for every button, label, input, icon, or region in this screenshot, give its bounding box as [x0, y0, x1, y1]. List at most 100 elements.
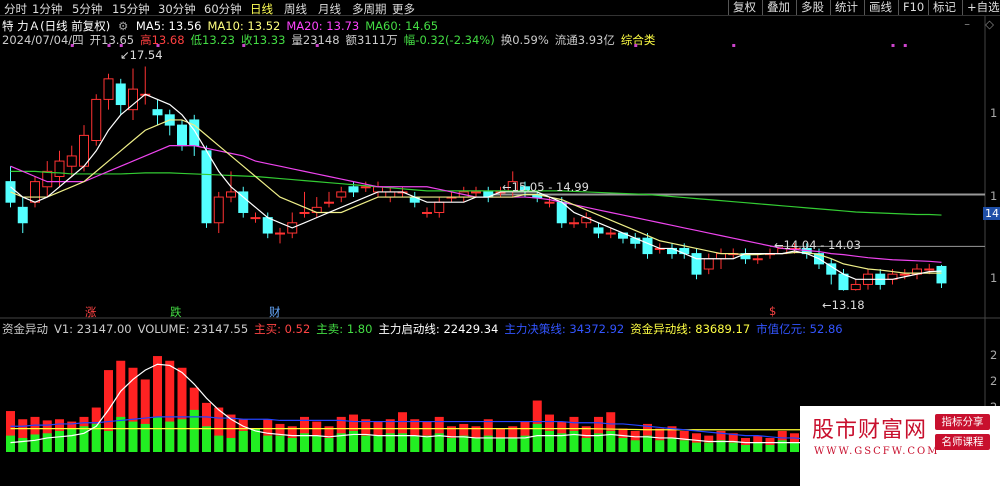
candle-body: [213, 196, 224, 224]
watermark-url: WWW.GSCFW.COM: [814, 446, 940, 457]
volume-bar-green: [128, 421, 138, 452]
volume-bar-green: [410, 435, 420, 452]
candle-body: [569, 222, 579, 225]
candle-body: [360, 186, 371, 189]
candle-body: [226, 191, 236, 198]
volume-bar-green: [263, 435, 273, 452]
signal-marker: [70, 44, 74, 47]
signal-marker: [903, 44, 907, 47]
volume-bar-green: [679, 440, 689, 452]
price-axis-tick: 1: [990, 106, 998, 120]
volume-bar-green: [153, 416, 162, 452]
candle-body: [152, 109, 163, 116]
indicator-label-6: 主力决策线: 34372.92: [504, 322, 625, 336]
volume-bar-green: [655, 440, 665, 452]
candle-body: [838, 273, 849, 291]
high-annotation: ↙17.54: [120, 48, 163, 62]
candle-body: [54, 160, 65, 178]
volume-bar-green: [226, 437, 236, 452]
volume-bar-green: [373, 435, 383, 452]
indicator-label-7: 资金异动线: 83689.17: [630, 322, 751, 336]
candle-body: [66, 155, 77, 167]
volume-bar-green: [55, 430, 64, 452]
candle-body: [177, 124, 187, 147]
candle-body: [336, 191, 347, 198]
signal-marker: [891, 44, 895, 47]
volume-bar-green: [471, 437, 481, 452]
volume-bar-green: [165, 421, 175, 452]
candle-body: [593, 227, 604, 234]
event-marker-up[interactable]: 涨: [85, 304, 97, 320]
indicator-label-0: 资金异动: [2, 322, 48, 336]
sub-panel-header: 资金异动 V1: 23147.00 VOLUME: 23147.55 主买: 0.52…: [2, 321, 849, 337]
volume-bar-green: [202, 426, 211, 452]
candle-body: [42, 170, 53, 188]
volume-bar-green: [459, 435, 469, 452]
volume-bar-green: [79, 426, 89, 452]
volume-bar-green: [422, 435, 432, 452]
range-annotation-2: ←14.04 - 14.03: [774, 238, 861, 252]
candle-body: [471, 191, 481, 194]
indicator-label-1: V1: 23147.00: [54, 322, 132, 336]
volume-bar-green: [581, 437, 591, 452]
volume-bar-green: [618, 437, 628, 452]
volume-bar-green: [496, 437, 505, 452]
candle-body: [348, 186, 359, 193]
volume-bar-green: [18, 437, 28, 452]
watermark-tag-share: 指标分享: [935, 414, 990, 430]
low-annotation: ←13.18: [822, 298, 865, 312]
candle-body: [924, 268, 935, 271]
candle-body: [299, 211, 310, 214]
watermark-brand: 股市财富网: [812, 418, 928, 443]
range-annotation-1: ←15.05 - 14.99: [502, 180, 589, 194]
indicator-label-5: 主力启动线: 22429.34: [378, 322, 499, 336]
volume-bar-green: [67, 428, 77, 452]
volume-bar-green: [238, 430, 248, 452]
candle-body: [324, 201, 334, 204]
candle-body: [434, 201, 445, 213]
candle-body: [605, 232, 616, 235]
candle-body: [422, 211, 432, 214]
volume-bar-green: [447, 437, 456, 452]
candle-body: [262, 217, 273, 234]
sub-axis-tick: 2: [990, 374, 998, 388]
indicator-label-3: 主买: 0.52: [254, 322, 311, 336]
volume-bar-green: [630, 440, 640, 452]
signal-marker: [634, 44, 638, 47]
candle-body: [103, 78, 114, 100]
volume-bar-green: [692, 442, 701, 452]
volume-bar-green: [508, 437, 518, 452]
volume-bar-green: [104, 430, 113, 452]
volume-bar-green: [361, 435, 371, 452]
candle-body: [275, 232, 285, 235]
candle-body: [899, 273, 910, 276]
event-marker-finance[interactable]: 财: [269, 304, 281, 320]
candle-body: [17, 206, 28, 224]
volume-bar-green: [704, 442, 714, 452]
volume-bar-green: [42, 433, 52, 452]
indicator-label-8: 市值亿元: 52.86: [756, 322, 843, 336]
candle-body: [115, 83, 126, 106]
event-marker-dividend[interactable]: $: [769, 304, 776, 318]
indicator-label-4: 主卖: 1.80: [316, 322, 373, 336]
volume-bar-green: [6, 435, 15, 452]
volume-bar-green: [728, 442, 738, 452]
candle-body: [201, 150, 212, 224]
volume-bar-green: [189, 409, 199, 452]
event-marker-down[interactable]: 跌: [170, 304, 182, 320]
signal-marker: [242, 44, 246, 47]
candle-body: [91, 98, 102, 142]
volume-bar-green: [545, 430, 554, 452]
volume-bar-green: [214, 435, 224, 452]
candle-body: [691, 253, 702, 275]
signal-marker: [315, 44, 319, 47]
volume-bar-green: [741, 444, 750, 452]
volume-bar-green: [324, 437, 334, 452]
sub-axis-tick: 2: [990, 348, 998, 362]
indicator-label-2: VOLUME: 23147.55: [137, 322, 249, 336]
candle-body: [752, 258, 763, 261]
signal-marker: [107, 44, 111, 47]
volume-bar-green: [667, 437, 677, 452]
volume-bar-green: [287, 437, 297, 452]
volume-bar-green: [643, 435, 652, 452]
